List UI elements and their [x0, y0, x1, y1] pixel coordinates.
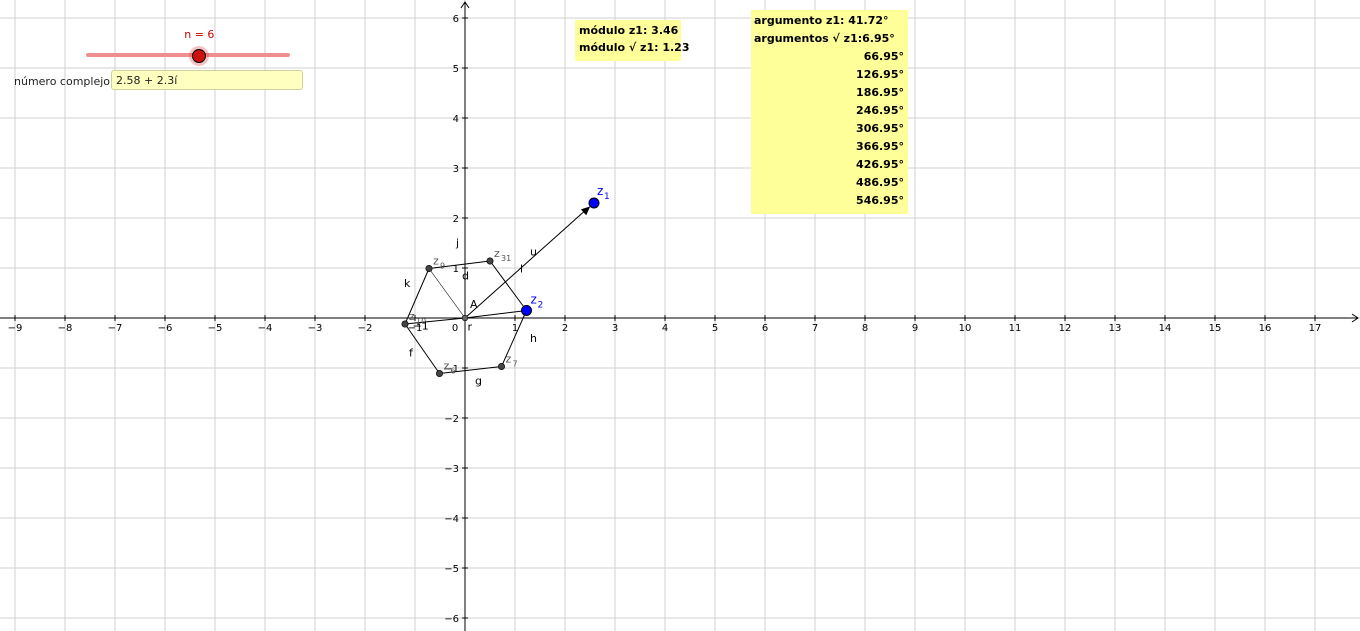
x-tick-label: −9 — [8, 323, 23, 334]
x-tick-label: 11 — [1009, 323, 1022, 334]
x-tick-label: 0 — [452, 323, 458, 334]
axes — [0, 1, 1359, 631]
segment-r — [464, 310, 527, 319]
x-tick-label: 3 — [612, 323, 618, 334]
argument-value: 546.95° — [856, 194, 904, 207]
y-tick-label: 4 — [453, 114, 459, 125]
axis-tick-labels: −9 −8 −7 −6 −5 −4 −3 −2 −1 0 1 2 3 4 5 6 7 8 9 10 11 12 13 14 15… — [8, 14, 1322, 625]
point-z7 — [497, 362, 505, 370]
label-z1: z — [597, 184, 603, 198]
point-z2 — [521, 305, 532, 316]
label-z9: z — [433, 255, 439, 268]
argument-value: 486.95° — [856, 176, 904, 189]
segment-label: l — [520, 263, 523, 276]
slider-track[interactable] — [86, 53, 290, 57]
segment-d — [428, 268, 466, 319]
modulus-box: módulo z1: 3.46 módulo √ z1: 1.23 — [575, 20, 690, 61]
segment-label: A — [470, 298, 478, 311]
x-tick-label: 2 — [562, 323, 568, 334]
label-z7-sub: 7 — [513, 360, 518, 369]
label-z6: z — [444, 360, 450, 373]
segment-label: u — [530, 246, 537, 259]
label-z7: z — [506, 353, 512, 366]
arguments-root-z1: argumentos √ z1:6.95° — [754, 32, 895, 45]
argument-box: argumento z1: 41.72° argumentos √ z1:6.9… — [751, 10, 908, 214]
segment-label: j — [455, 237, 459, 250]
construction: z 2z 31z 9z 10z 6z 7z 1jkldufghrA−1 — [401, 184, 610, 388]
x-tick-label: −5 — [208, 323, 223, 334]
complex-input-label: número complejo: — [14, 75, 114, 88]
label-z9-sub: 9 — [440, 262, 445, 271]
argument-value: 126.95° — [856, 68, 904, 81]
argument-value: 426.95° — [856, 158, 904, 171]
label-z31-sub: 31 — [501, 254, 511, 263]
label-z1-sub: 1 — [604, 192, 610, 202]
x-tick-label: 10 — [959, 323, 972, 334]
slider-thumb[interactable] — [192, 49, 207, 63]
n-slider[interactable]: n = 6 — [80, 28, 300, 68]
label-z6-sub: 6 — [451, 367, 456, 376]
segment-label: h — [530, 332, 537, 345]
argument-z1: argumento z1: 41.72° — [754, 14, 889, 27]
y-tick-label: −2 — [444, 414, 459, 425]
y-tick-label: −3 — [444, 464, 459, 475]
x-tick-label: −2 — [358, 323, 373, 334]
x-tick-label: −7 — [108, 323, 123, 334]
label-z31: z — [494, 247, 500, 260]
complex-input-field[interactable]: 2.58 + 2.3í — [111, 70, 303, 90]
x-tick-label: 5 — [712, 323, 718, 334]
segment-label: k — [404, 277, 411, 290]
segment-label: g — [475, 375, 482, 388]
x-tick-label: −3 — [308, 323, 323, 334]
x-tick-label: 16 — [1259, 323, 1272, 334]
graph-canvas[interactable]: −9 −8 −7 −6 −5 −4 −3 −2 −1 0 1 2 3 4 5 6 7 8 9 10 11 12 13 14 15… — [0, 0, 1360, 631]
y-tick-label: 2 — [453, 214, 459, 225]
segment-label: r — [468, 321, 473, 334]
x-tick-label: 17 — [1309, 323, 1322, 334]
argument-value: 186.95° — [856, 86, 904, 99]
x-tick-label: 14 — [1159, 323, 1172, 334]
x-tick-label: 13 — [1109, 323, 1122, 334]
argument-value: 66.95° — [863, 50, 904, 63]
modulus-z1: módulo z1: 3.46 — [579, 24, 679, 37]
x-tick-label: 8 — [862, 323, 868, 334]
y-tick-label: −4 — [444, 514, 459, 525]
label-z2: z — [531, 293, 537, 307]
segment-label: −1 — [413, 320, 429, 333]
segment-label: d — [462, 270, 469, 283]
x-tick-label: 4 — [662, 323, 668, 334]
x-tick-label: 9 — [912, 323, 918, 334]
x-tick-label: 7 — [812, 323, 818, 334]
label-z2-sub: 2 — [538, 301, 544, 311]
argument-value: 306.95° — [856, 122, 904, 135]
point-z9 — [425, 264, 433, 272]
y-tick-label: −6 — [444, 614, 459, 625]
argument-value: 246.95° — [856, 104, 904, 117]
point-z31 — [486, 257, 494, 265]
x-tick-label: 6 — [762, 323, 768, 334]
point-z1 — [588, 197, 600, 209]
point-z6 — [435, 369, 443, 377]
x-tick-label: −4 — [258, 323, 273, 334]
y-tick-label: −5 — [444, 564, 459, 575]
x-tick-label: 12 — [1059, 323, 1072, 334]
grid-lines — [0, 0, 1360, 631]
slider-label: n = 6 — [184, 28, 215, 41]
vector-u-arrowhead — [580, 206, 591, 216]
x-tick-label: −8 — [58, 323, 73, 334]
y-tick-label: 5 — [453, 64, 459, 75]
vector-u — [464, 207, 589, 319]
segment-label: f — [409, 347, 414, 360]
point-z10 — [401, 320, 409, 328]
x-tick-label: 15 — [1209, 323, 1222, 334]
argument-value: 366.95° — [856, 140, 904, 153]
y-tick-label: 6 — [453, 14, 459, 25]
x-tick-label: −6 — [158, 323, 173, 334]
modulus-root-z1: módulo √ z1: 1.23 — [579, 41, 690, 54]
y-tick-label: 3 — [453, 164, 459, 175]
